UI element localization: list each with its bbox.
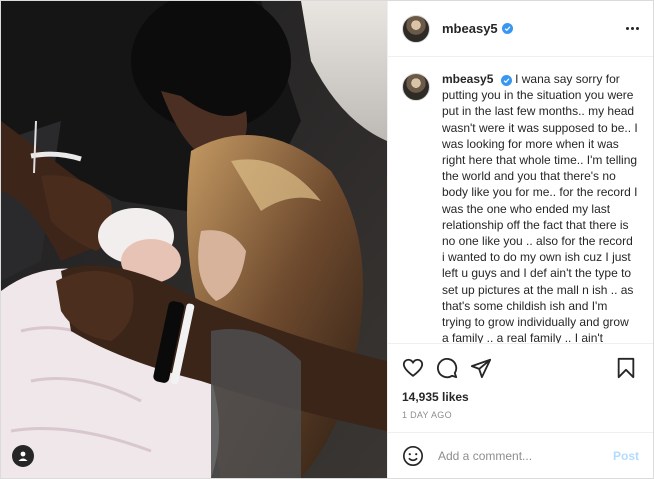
emoji-button[interactable]	[402, 445, 424, 467]
user-tag-icon	[18, 451, 28, 461]
caption-verified-icon	[500, 75, 512, 86]
username-link[interactable]: mbeasy5	[442, 21, 498, 36]
caption-text: I wana say sorry for putting you in the …	[442, 72, 638, 343]
action-bar: 14,935 likes 1 DAY AGO	[388, 343, 653, 432]
avatar[interactable]	[402, 14, 430, 43]
comment-bar: Post	[388, 432, 653, 478]
like-button[interactable]	[402, 357, 426, 381]
comment-button[interactable]	[436, 357, 460, 381]
more-options-button[interactable]	[626, 23, 639, 34]
emoji-icon	[403, 445, 423, 466]
heart-icon	[402, 358, 424, 377]
photo-illustration	[1, 1, 387, 478]
instagram-post: mbeasy5 mbeasy5 I wana say sorry for put…	[0, 0, 654, 479]
more-options-icon	[626, 27, 629, 30]
likes-count[interactable]: 14,935 likes	[402, 390, 639, 404]
share-button[interactable]	[470, 357, 494, 381]
verified-badge-icon	[501, 23, 513, 34]
post-comment-button[interactable]: Post	[613, 449, 639, 463]
post-header: mbeasy5	[388, 1, 653, 57]
action-icons	[402, 352, 639, 386]
post-sidebar: mbeasy5 mbeasy5 I wana say sorry for put…	[387, 1, 653, 478]
comment-input[interactable]	[436, 447, 613, 464]
caption-username[interactable]: mbeasy5	[442, 72, 493, 86]
comment-icon	[437, 358, 458, 379]
caption: mbeasy5 I wana say sorry for putting you…	[442, 71, 638, 343]
bookmark-icon	[617, 357, 635, 379]
share-icon	[470, 358, 492, 379]
user-tag-button[interactable]	[12, 445, 34, 467]
post-photo[interactable]	[1, 1, 387, 478]
caption-avatar[interactable]	[402, 73, 430, 101]
post-timestamp[interactable]: 1 DAY AGO	[402, 410, 639, 420]
save-button[interactable]	[615, 357, 639, 381]
caption-area: mbeasy5 I wana say sorry for putting you…	[388, 57, 653, 343]
